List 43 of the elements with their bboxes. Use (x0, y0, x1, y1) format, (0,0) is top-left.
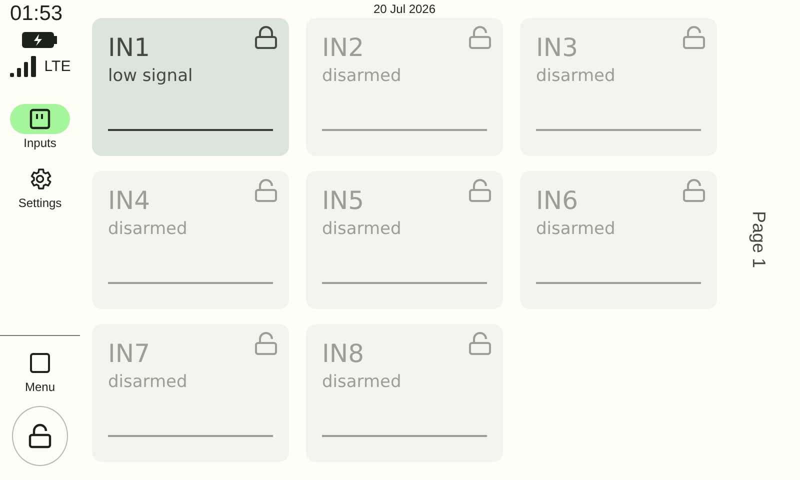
input-status: low signal (108, 65, 193, 88)
input-card[interactable]: IN4 disarmed (92, 171, 289, 309)
page-label: Page 1 (748, 211, 769, 269)
network-label: LTE (44, 58, 71, 74)
input-card[interactable]: IN3 disarmed (520, 18, 717, 156)
input-name: IN6 (536, 185, 578, 217)
input-status: disarmed (108, 218, 188, 241)
square-icon (29, 352, 51, 374)
input-status: disarmed (322, 218, 402, 241)
battery-charging-icon (22, 30, 58, 50)
unlock-icon (255, 332, 277, 356)
unlock-icon (683, 26, 705, 50)
input-name: IN8 (322, 338, 364, 370)
input-card[interactable]: IN1 low signal (92, 18, 289, 156)
unlock-icon (469, 332, 491, 356)
input-name: IN1 (108, 32, 150, 64)
input-status: disarmed (108, 371, 188, 394)
clock-time: 01:53 (10, 2, 63, 26)
unlock-icon (683, 179, 705, 203)
input-card[interactable]: IN7 disarmed (92, 324, 289, 462)
input-card[interactable]: IN2 disarmed (306, 18, 503, 156)
unlock-icon (469, 26, 491, 50)
input-name: IN2 (322, 32, 364, 64)
unlock-icon (469, 179, 491, 203)
input-status: disarmed (322, 371, 402, 394)
input-name: IN4 (108, 185, 150, 217)
input-card[interactable]: IN6 disarmed (520, 171, 717, 309)
input-status: disarmed (536, 65, 616, 88)
input-name: IN3 (536, 32, 578, 64)
input-card[interactable]: IN8 disarmed (306, 324, 503, 462)
menu-button[interactable]: Menu (24, 352, 56, 394)
lock-icon (255, 26, 277, 50)
unlock-icon (28, 423, 52, 449)
input-card[interactable]: IN5 disarmed (306, 171, 503, 309)
input-name: IN7 (108, 338, 150, 370)
input-status: disarmed (536, 218, 616, 241)
input-status: disarmed (322, 65, 402, 88)
input-name: IN5 (322, 185, 364, 217)
date-label: 20 Jul 2026 (373, 1, 436, 18)
lock-button[interactable] (12, 406, 68, 466)
nav-item[interactable]: Settings (10, 164, 70, 210)
unlock-icon (255, 179, 277, 203)
input-panel-icon (29, 108, 51, 130)
